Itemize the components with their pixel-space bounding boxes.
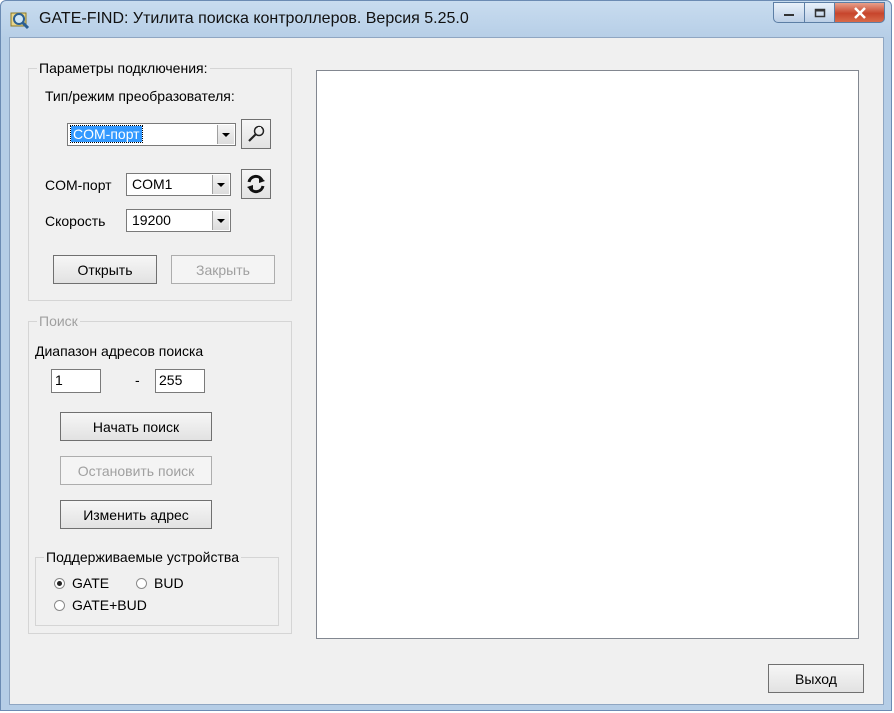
window-controls [773,2,885,24]
app-window: GATE-FIND: Утилита поиска контроллеров. … [0,0,892,711]
radio-indicator [54,599,65,611]
maximize-icon [814,8,825,17]
maximize-button[interactable] [805,2,835,23]
port-value: COM1 [132,176,173,192]
open-button[interactable]: Открыть [53,255,157,284]
devices-groupbox: Поддерживаемые устройства GATE BUD GATE+… [35,549,279,626]
minimize-button[interactable] [773,2,805,23]
converter-select[interactable]: COM-порт [67,123,236,146]
speed-value: 19200 [132,212,171,228]
converter-value: COM-порт [70,125,143,143]
range-to-input[interactable]: 255 [155,369,205,393]
stop-search-button[interactable]: Остановить поиск [60,456,212,485]
start-search-button[interactable]: Начать поиск [60,412,212,441]
radio-indicator [54,577,65,589]
range-dash: - [135,372,140,388]
connection-groupbox: Параметры подключения: Тип/режим преобра… [28,60,292,301]
chevron-down-icon[interactable] [212,211,229,230]
radio-gate-bud[interactable]: GATE+BUD [54,597,147,613]
settings-button[interactable] [241,119,271,149]
devices-legend: Поддерживаемые устройства [44,549,241,565]
speed-select[interactable]: 19200 [126,209,231,232]
connection-legend: Параметры подключения: [37,60,210,76]
close-button[interactable] [835,2,885,23]
results-list[interactable] [316,70,859,639]
minimize-icon [784,13,794,16]
close-port-button[interactable]: Закрыть [171,255,275,284]
change-address-button[interactable]: Изменить адрес [60,500,212,529]
radio-gate-bud-label: GATE+BUD [72,597,147,613]
refresh-icon [247,174,265,194]
speed-label: Скорость [45,213,106,229]
wrench-icon [248,125,265,142]
radio-indicator [136,577,147,589]
converter-label: Тип/режим преобразователя: [45,88,235,104]
port-label: COM-порт [45,177,112,193]
radio-gate[interactable]: GATE [54,575,109,591]
title-bar[interactable]: GATE-FIND: Утилита поиска контроллеров. … [1,1,891,37]
client-area: Параметры подключения: Тип/режим преобра… [9,37,884,705]
range-from-input[interactable]: 1 [51,369,101,393]
exit-button[interactable]: Выход [768,664,864,693]
search-groupbox: Поиск Диапазон адресов поиска 1 - 255 На… [28,313,292,634]
magnifier-icon [10,12,30,30]
window-title: GATE-FIND: Утилита поиска контроллеров. … [39,10,469,27]
chevron-down-icon[interactable] [217,125,234,144]
close-icon [853,6,866,19]
search-legend: Поиск [37,313,80,329]
radio-bud-label: BUD [154,575,184,591]
range-label: Диапазон адресов поиска [35,343,204,359]
chevron-down-icon[interactable] [212,175,229,194]
radio-bud[interactable]: BUD [136,575,184,591]
port-select[interactable]: COM1 [126,173,231,196]
refresh-button[interactable] [241,169,271,199]
radio-gate-label: GATE [72,575,110,591]
